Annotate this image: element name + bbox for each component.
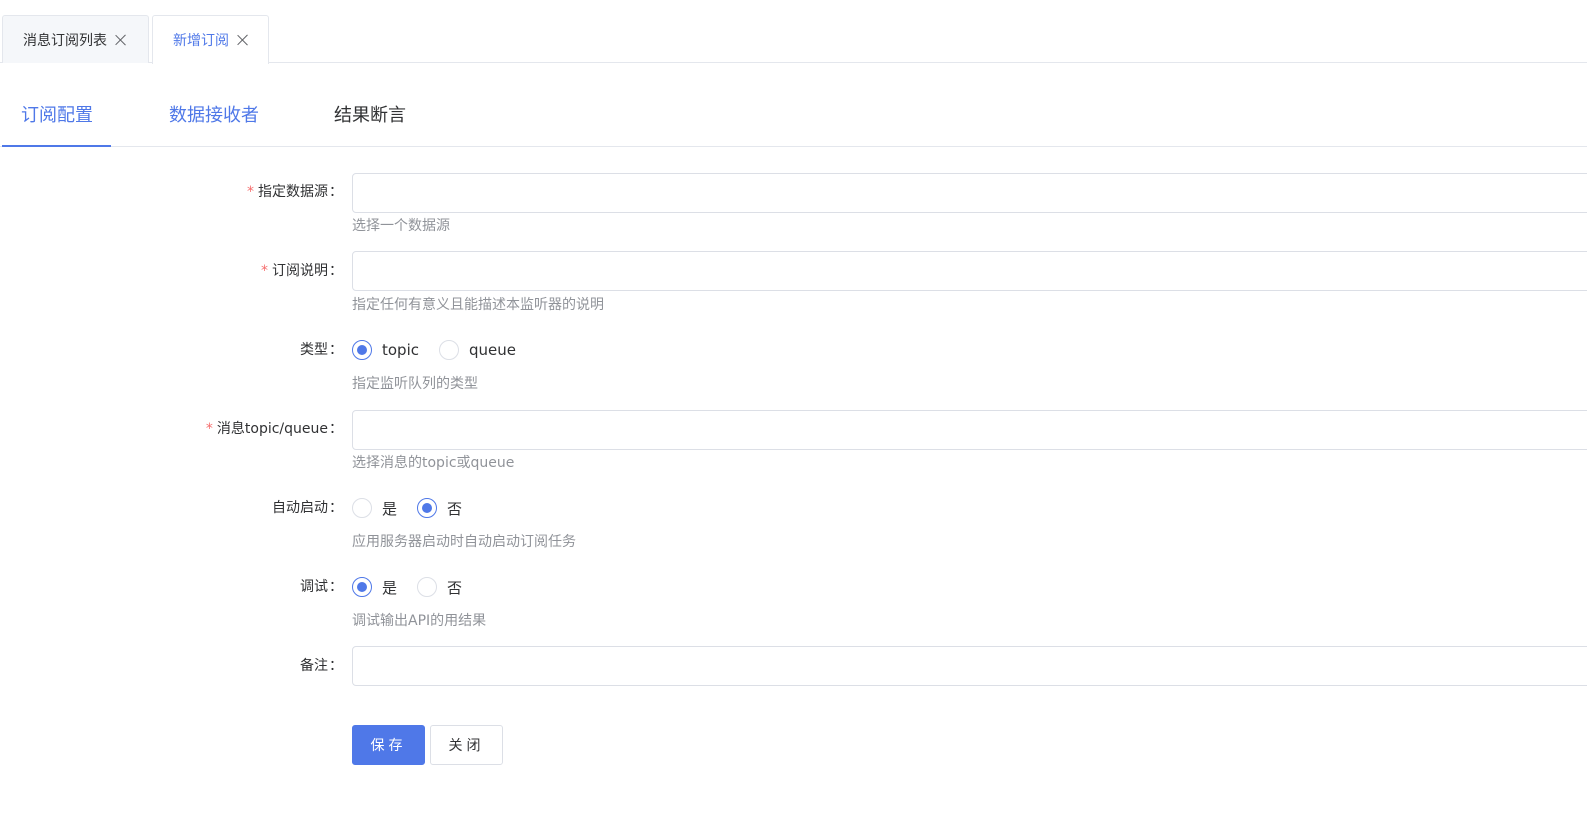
page-tab-new-subscription[interactable]: 新增订阅	[152, 15, 269, 64]
radio-checked-icon[interactable]	[352, 577, 372, 597]
description-field[interactable]	[352, 251, 1587, 291]
auto-start-radio-group: 是 否	[352, 496, 482, 520]
active-tab-indicator	[2, 145, 111, 147]
description-help: 指定任何有意义且能描述本监听器的说明	[352, 297, 604, 313]
required-mark: *	[261, 263, 268, 279]
close-button[interactable]: 关闭	[430, 725, 503, 765]
radio-unchecked-icon[interactable]	[439, 340, 459, 360]
type-radio-group: topic queue	[352, 338, 536, 362]
save-button[interactable]: 保存	[352, 725, 425, 765]
radio-unchecked-icon[interactable]	[352, 498, 372, 518]
topic-queue-help: 选择消息的topic或queue	[352, 455, 515, 471]
debug-label: 调试：	[300, 579, 343, 595]
datasource-field[interactable]	[352, 173, 1587, 213]
remark-field[interactable]	[352, 646, 1587, 686]
topic-queue-input[interactable]	[353, 411, 1587, 449]
datasource-input[interactable]	[353, 174, 1587, 212]
type-help: 指定监听队列的类型	[352, 376, 478, 392]
required-mark: *	[247, 184, 254, 200]
page-tab-subscription-list[interactable]: 消息订阅列表	[2, 15, 149, 63]
description-label: * 订阅说明：	[261, 263, 343, 279]
auto-start-radio-yes[interactable]: 是	[352, 498, 397, 519]
tab-subscription-config[interactable]: 订阅配置	[21, 103, 93, 129]
auto-start-label: 自动启动：	[272, 500, 343, 516]
page-tab-bar: 消息订阅列表 新增订阅	[0, 0, 1587, 64]
topic-queue-label: * 消息topic/queue：	[205, 421, 343, 437]
remark-input[interactable]	[353, 647, 1587, 685]
tab-data-receivers[interactable]: 数据接收者	[169, 103, 259, 129]
radio-checked-icon[interactable]	[417, 498, 438, 518]
remark-label: 备注：	[300, 658, 343, 674]
datasource-label: * 指定数据源：	[247, 184, 343, 200]
type-radio-queue[interactable]: queue	[439, 340, 516, 360]
close-icon[interactable]	[115, 34, 127, 46]
type-radio-topic[interactable]: topic	[352, 340, 419, 360]
auto-start-radio-no[interactable]: 否	[417, 498, 462, 519]
debug-help: 调试输出API的用结果	[352, 613, 487, 629]
description-input[interactable]	[353, 252, 1587, 290]
page-tab-label: 新增订阅	[173, 33, 229, 49]
auto-start-help: 应用服务器启动时自动启动订阅任务	[352, 534, 576, 550]
topic-queue-field[interactable]	[352, 410, 1587, 450]
tab-result-assertion[interactable]: 结果断言	[334, 103, 406, 129]
debug-radio-yes[interactable]: 是	[352, 577, 397, 598]
page-tab-label: 消息订阅列表	[23, 32, 107, 49]
section-tab-bar: 订阅配置 数据接收者 结果断言	[0, 63, 1587, 147]
datasource-help: 选择一个数据源	[352, 218, 450, 234]
debug-radio-no[interactable]: 否	[417, 577, 462, 598]
radio-unchecked-icon[interactable]	[417, 577, 438, 597]
type-label: 类型：	[300, 342, 343, 358]
radio-checked-icon[interactable]	[352, 340, 372, 360]
close-icon[interactable]	[237, 34, 249, 46]
debug-radio-group: 是 否	[352, 575, 482, 599]
required-mark: *	[205, 421, 213, 437]
